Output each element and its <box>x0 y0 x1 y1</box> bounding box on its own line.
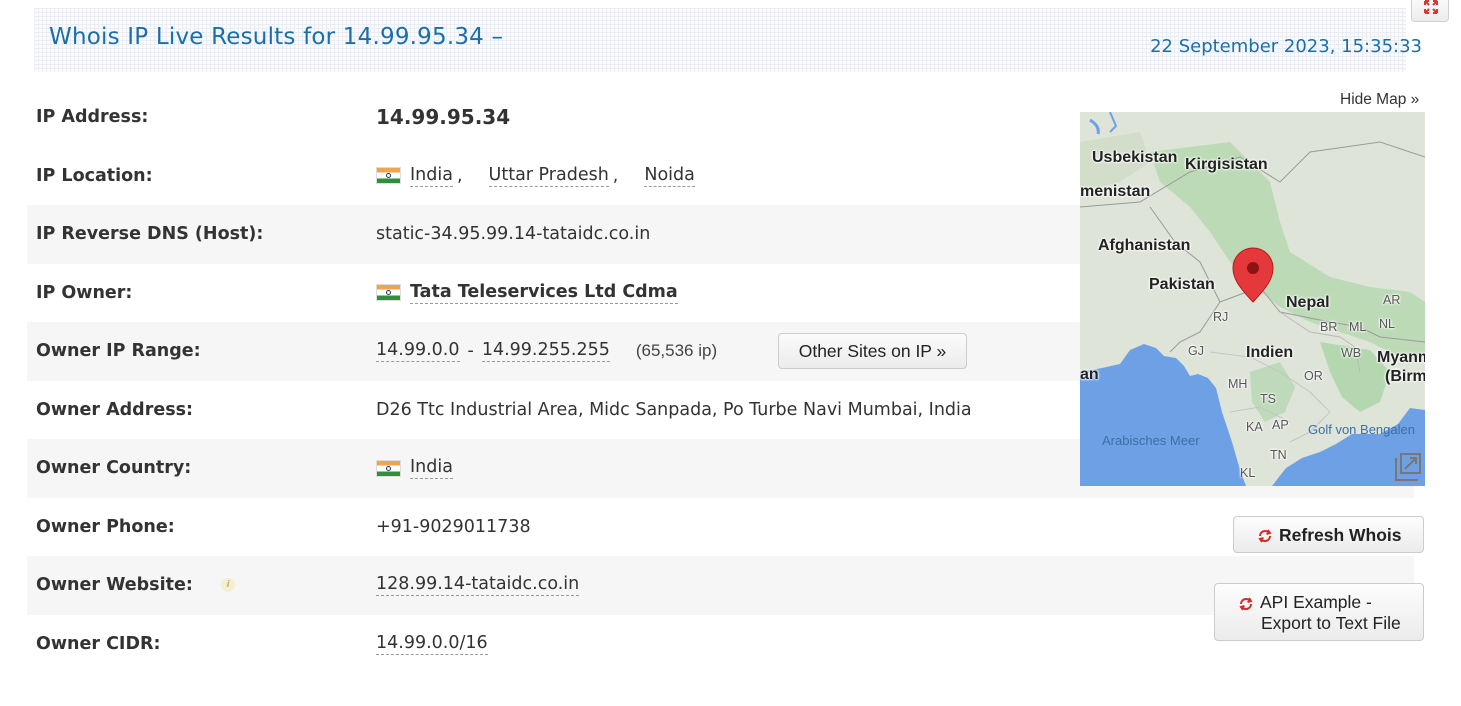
hide-map-link[interactable]: Hide Map » <box>1340 91 1419 109</box>
map-label-state: WB <box>1341 346 1362 360</box>
other-sites-button[interactable]: Other Sites on IP » <box>778 333 967 370</box>
owner-phone-value: +91-9029011738 <box>376 516 531 537</box>
row-owner-cidr: Owner CIDR: 14.99.0.0/16 <box>27 615 1414 674</box>
ip-owner-label: IP Owner: <box>36 282 133 303</box>
map-label-state: RJ <box>1213 310 1229 324</box>
map-label-country: Myanm <box>1377 349 1425 366</box>
map-label-country: Afghanistan <box>1098 237 1191 254</box>
info-icon[interactable]: i <box>221 578 235 593</box>
map-label-state: BR <box>1320 320 1338 334</box>
ip-location-value: India, Uttar Pradesh, Noida <box>376 165 695 187</box>
location-country-link[interactable]: India <box>410 165 453 187</box>
refresh-whois-button[interactable]: Refresh Whois <box>1233 516 1424 553</box>
map-label-state: OR <box>1304 369 1323 383</box>
map-label-country: Kirgisistan <box>1185 156 1268 173</box>
map-label-state: KA <box>1246 420 1263 434</box>
location-separator: , <box>456 165 463 186</box>
owner-country-value: India <box>376 457 453 480</box>
location-city-link[interactable]: Noida <box>644 165 695 187</box>
map-label-state: AP <box>1272 418 1289 432</box>
map-label-state: TS <box>1260 392 1276 406</box>
expand-icon <box>1424 0 1438 14</box>
owner-ip-range-label: Owner IP Range: <box>36 341 201 362</box>
owner-address-label: Owner Address: <box>36 399 194 420</box>
owner-phone-label: Owner Phone: <box>36 516 175 537</box>
map-label-country: (Birm <box>1385 368 1425 385</box>
ip-address-label: IP Address: <box>36 107 149 128</box>
map-label-country: Usbekistan <box>1092 149 1178 166</box>
india-flag-icon <box>376 167 401 185</box>
location-region-link[interactable]: Uttar Pradesh <box>488 165 609 187</box>
refresh-icon <box>1239 597 1253 611</box>
owner-ip-range-value: 14.99.0.0 - 14.99.255.255 (65,536 ip) <box>376 340 718 363</box>
refresh-icon <box>1258 529 1272 543</box>
ip-owner-link[interactable]: Tata Teleservices Ltd Cdma <box>410 282 678 304</box>
map-label-state: ML <box>1349 320 1367 334</box>
location-map[interactable]: Usbekistan Kirgisistan menistan Afghanis… <box>1080 112 1425 486</box>
range-end-link[interactable]: 14.99.255.255 <box>481 340 610 363</box>
map-label-country: Pakistan <box>1149 276 1215 293</box>
owner-country-label: Owner Country: <box>36 458 192 479</box>
owner-cidr-value: 14.99.0.0/16 <box>376 633 488 655</box>
range-dash: - <box>467 341 474 362</box>
owner-country-link[interactable]: India <box>410 457 453 480</box>
page-title: Whois IP Live Results for 14.99.95.34 – <box>49 24 504 50</box>
ip-count: (65,536 ip) <box>635 341 718 361</box>
map-label-state: TN <box>1270 448 1287 462</box>
map-label-state: GJ <box>1188 344 1204 358</box>
api-export-label-line1: API Example - <box>1260 592 1372 612</box>
map-label-state: AR <box>1383 293 1401 307</box>
reverse-dns-label: IP Reverse DNS (Host): <box>36 224 264 245</box>
map-label-country: Indien <box>1246 344 1294 361</box>
location-separator: , <box>612 165 619 186</box>
owner-website-value: 128.99.14-tataidc.co.in <box>376 574 580 597</box>
api-export-label-line2: Export to Text File <box>1261 613 1401 633</box>
result-timestamp: 22 September 2023, 15:35:33 <box>1150 36 1422 57</box>
ip-address-value: 14.99.95.34 <box>376 105 511 130</box>
map-label-country: Nepal <box>1286 294 1330 311</box>
owner-cidr-link[interactable]: 14.99.0.0/16 <box>376 633 488 655</box>
owner-website-link[interactable]: 128.99.14-tataidc.co.in <box>376 574 580 597</box>
map-label-state: KL <box>1240 466 1256 480</box>
map-label-state: NL <box>1379 317 1395 331</box>
expand-button[interactable] <box>1411 0 1449 22</box>
api-export-button[interactable]: API Example - Export to Text File <box>1214 583 1424 641</box>
row-owner-website: Owner Website: i 128.99.14-tataidc.co.in <box>27 556 1414 615</box>
map-label-sea: Arabisches Meer <box>1102 433 1200 448</box>
owner-website-label: Owner Website: <box>36 575 193 596</box>
ip-owner-value: Tata Teleservices Ltd Cdma <box>376 282 678 304</box>
reverse-dns-value: static-34.95.99.14-tataidc.co.in <box>376 224 651 245</box>
map-label-sea: Golf von Bengalen <box>1308 422 1415 437</box>
owner-cidr-label: Owner CIDR: <box>36 633 161 654</box>
refresh-whois-label: Refresh Whois <box>1279 525 1402 545</box>
map-label-state: MH <box>1228 377 1248 391</box>
map-label-country: an <box>1080 366 1099 383</box>
india-flag-icon <box>376 284 401 302</box>
row-owner-phone: Owner Phone: +91-9029011738 <box>27 498 1414 557</box>
map-label-country: menistan <box>1080 183 1151 200</box>
ip-location-label: IP Location: <box>36 165 153 186</box>
owner-address-value: D26 Ttc Industrial Area, Midc Sanpada, P… <box>376 399 972 420</box>
range-start-link[interactable]: 14.99.0.0 <box>376 340 460 363</box>
india-flag-icon <box>376 459 401 477</box>
